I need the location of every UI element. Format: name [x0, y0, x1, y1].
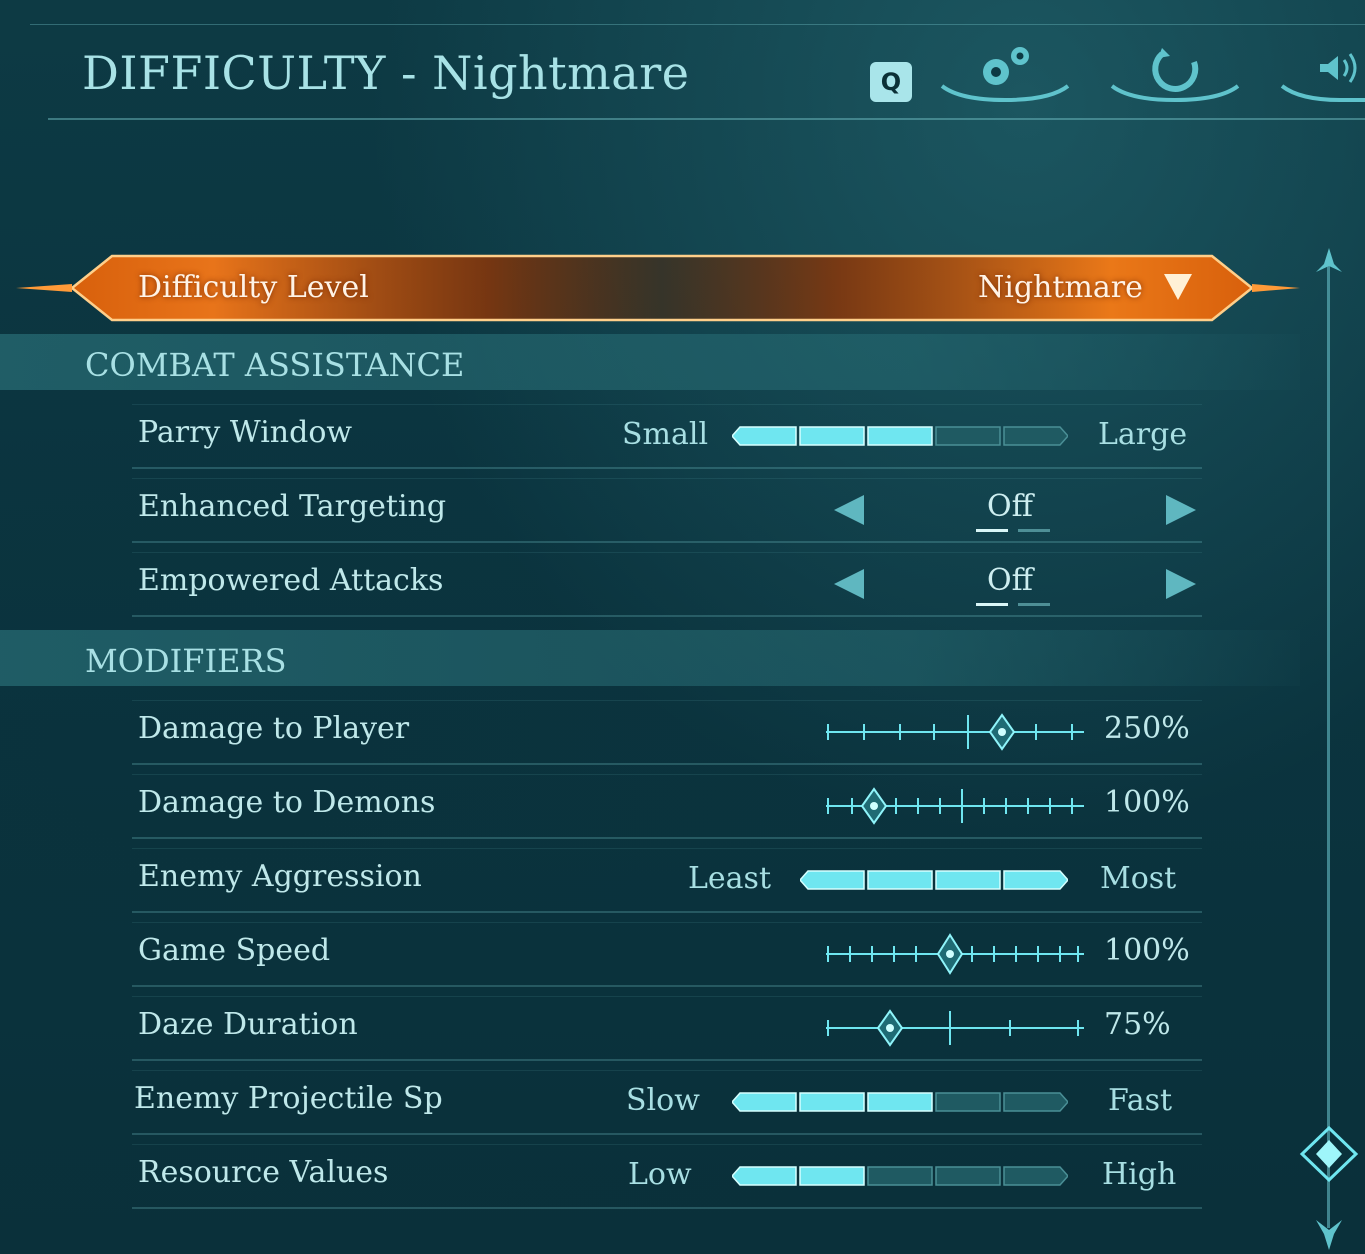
bar-segment-filled [867, 870, 933, 890]
bar-segment-filled [1003, 870, 1068, 890]
controller-icon [1152, 48, 1199, 92]
section-modifiers: MODIFIERS [0, 630, 1300, 686]
section-title: MODIFIERS [85, 642, 287, 680]
slider-handle-icon[interactable] [936, 933, 964, 975]
setting-row-enemy-aggression[interactable]: Enemy Aggression Least Most [132, 848, 1202, 913]
range-min-label: Small [622, 417, 709, 452]
difficulty-level-label: Difficulty Level [138, 270, 369, 305]
setting-row-enhanced-targeting[interactable]: Enhanced Targeting Off [132, 478, 1202, 543]
toggle-indicator-on [976, 603, 1008, 606]
bar-segment-filled [935, 870, 1001, 890]
bar-segment-filled [799, 1166, 865, 1186]
setting-label: Damage to Player [138, 711, 410, 746]
scrollbar-track[interactable] [1327, 262, 1330, 1228]
difficulty-level-value[interactable]: Nightmare [978, 270, 1143, 305]
bar-segment-filled [799, 426, 865, 446]
bar-segment-filled [732, 426, 797, 446]
setting-label: Resource Values [138, 1155, 389, 1190]
toggle-indicator-off [1018, 529, 1050, 532]
bar-segment-filled [867, 1092, 933, 1112]
setting-row-damage-to-demons[interactable]: Damage to Demons 100% [132, 774, 1202, 839]
setting-row-empowered-attacks[interactable]: Empowered Attacks Off [132, 552, 1202, 617]
slider-value: 100% [1104, 933, 1190, 968]
slider-handle-icon[interactable] [876, 1009, 904, 1047]
setting-row-enemy-projectile-speed[interactable]: Enemy Projectile Speed Slow Fast [132, 1070, 1202, 1135]
setting-row-resource-values[interactable]: Resource Values Low High [132, 1144, 1202, 1209]
speaker-icon [1320, 53, 1357, 83]
segment-bar[interactable] [732, 425, 1068, 447]
slider-value: 100% [1104, 785, 1190, 820]
arrow-left-icon[interactable] [834, 569, 864, 599]
segment-bar[interactable] [800, 869, 1068, 891]
arrow-right-icon[interactable] [1166, 495, 1196, 525]
setting-label: Enemy Aggression [138, 859, 422, 894]
tab-gameplay[interactable] [940, 36, 1070, 104]
range-max-label: Fast [1108, 1083, 1173, 1118]
bar-segment-empty [935, 1166, 1001, 1186]
page-title: DIFFICULTY - Nightmare [82, 46, 690, 100]
scroll-down-icon[interactable] [1312, 1216, 1346, 1252]
range-max-label: Large [1098, 417, 1188, 452]
setting-row-parry-window[interactable]: Parry Window Small Large [132, 404, 1202, 469]
segment-bar[interactable] [732, 1091, 1068, 1113]
bar-segment-empty [1003, 1166, 1068, 1186]
bar-segment-filled [732, 1092, 797, 1112]
setting-label: Enhanced Targeting [138, 489, 447, 524]
slider-handle-icon[interactable] [988, 713, 1016, 751]
bar-segment-filled [800, 870, 865, 890]
toggle-indicator-on [976, 529, 1008, 532]
setting-label: Game Speed [138, 933, 331, 968]
setting-row-game-speed[interactable]: Game Speed 100% [132, 922, 1202, 987]
header-bottom-line [48, 118, 1365, 120]
slider[interactable] [822, 1007, 1092, 1049]
range-min-label: Least [688, 861, 772, 896]
section-title: COMBAT ASSISTANCE [85, 346, 465, 384]
range-max-label: High [1102, 1157, 1177, 1192]
bar-segment-empty [935, 1092, 1001, 1112]
tab-audio[interactable] [1280, 36, 1365, 104]
slider-value: 75% [1104, 1007, 1171, 1042]
range-min-label: Low [628, 1157, 692, 1192]
scrollbar-thumb-icon[interactable] [1298, 1126, 1360, 1182]
bar-segment-filled [732, 1166, 797, 1186]
gears-icon [983, 47, 1029, 85]
section-combat-assistance: COMBAT ASSISTANCE [0, 334, 1300, 390]
bar-segment-filled [799, 1092, 865, 1112]
slider[interactable] [822, 711, 1092, 753]
bar-segment-empty [1003, 426, 1068, 446]
chevron-down-icon[interactable] [1164, 274, 1192, 300]
setting-label: Empowered Attacks [138, 563, 444, 598]
toggle-value: Off [987, 489, 1033, 524]
setting-label: Damage to Demons [138, 785, 436, 820]
scroll-up-icon[interactable] [1312, 246, 1346, 276]
slider-handle-icon[interactable] [860, 787, 888, 825]
bar-segment-empty [867, 1166, 933, 1186]
bar-segment-empty [935, 426, 1001, 446]
arrow-right-icon[interactable] [1166, 569, 1196, 599]
slider[interactable] [822, 933, 1092, 975]
segment-bar[interactable] [732, 1165, 1068, 1187]
bar-segment-filled [867, 426, 933, 446]
range-max-label: Most [1100, 861, 1177, 896]
arrow-left-icon[interactable] [834, 495, 864, 525]
header-top-line [30, 24, 1365, 25]
setting-label: Parry Window [138, 415, 353, 450]
toggle-indicator-off [1018, 603, 1050, 606]
toggle-value: Off [987, 563, 1033, 598]
setting-row-daze-duration[interactable]: Daze Duration 75% [132, 996, 1202, 1061]
slider-value: 250% [1104, 711, 1190, 746]
slider[interactable] [822, 785, 1092, 827]
bar-segment-empty [1003, 1092, 1068, 1112]
setting-label: Enemy Projectile Speed [134, 1081, 444, 1116]
setting-row-damage-to-player[interactable]: Damage to Player 250% [132, 700, 1202, 765]
tab-controls[interactable] [1110, 36, 1240, 104]
key-hint-q: Q [870, 62, 912, 102]
setting-label: Daze Duration [138, 1007, 358, 1042]
range-min-label: Slow [626, 1083, 700, 1118]
